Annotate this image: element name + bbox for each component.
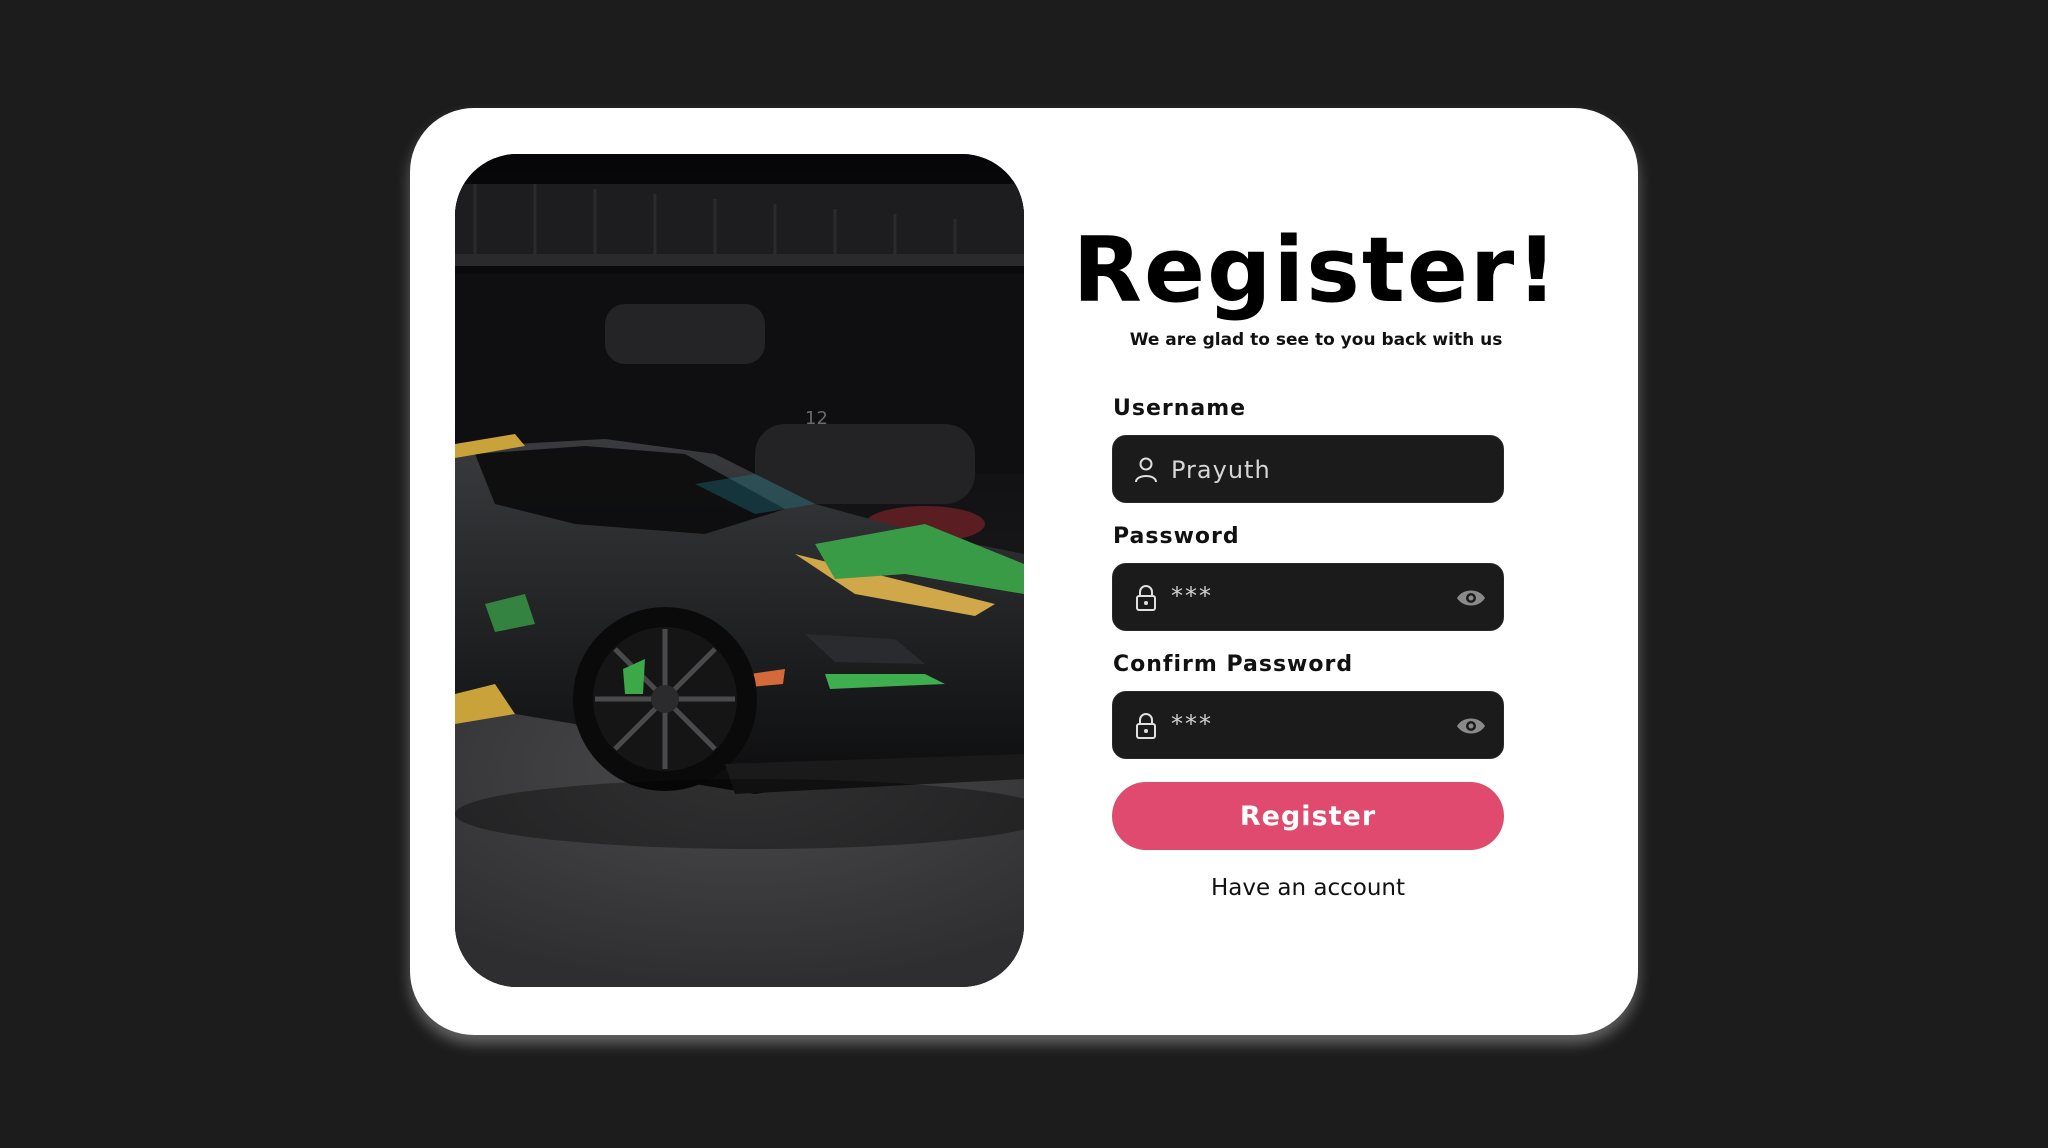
eye-icon[interactable] (1455, 714, 1487, 738)
have-account-link[interactable]: Have an account (1112, 875, 1504, 901)
eye-icon[interactable] (1455, 586, 1487, 610)
hero-car-image: 12 (455, 154, 1024, 987)
confirm-password-field[interactable]: *** (1112, 691, 1504, 759)
password-input-value[interactable]: *** (1171, 562, 1213, 630)
password-field[interactable]: *** (1112, 563, 1504, 631)
username-label: Username (1113, 396, 1247, 421)
garage-number-text: 12 (805, 408, 828, 429)
confirm-password-input-value[interactable]: *** (1171, 690, 1213, 758)
user-icon (1132, 456, 1160, 484)
page-title: Register! (1072, 218, 1560, 323)
username-input-value[interactable]: Prayuth (1171, 436, 1271, 504)
register-button[interactable]: Register (1112, 782, 1504, 850)
lock-icon (1132, 712, 1160, 740)
lock-icon (1132, 584, 1160, 612)
page-subtitle: We are glad to see to you back with us (1129, 330, 1503, 350)
confirm-password-label: Confirm Password (1113, 652, 1354, 677)
register-card: 12 Register! We are glad to see to you b… (410, 108, 1638, 1035)
password-label: Password (1113, 524, 1240, 549)
username-field[interactable]: Prayuth (1112, 435, 1504, 503)
